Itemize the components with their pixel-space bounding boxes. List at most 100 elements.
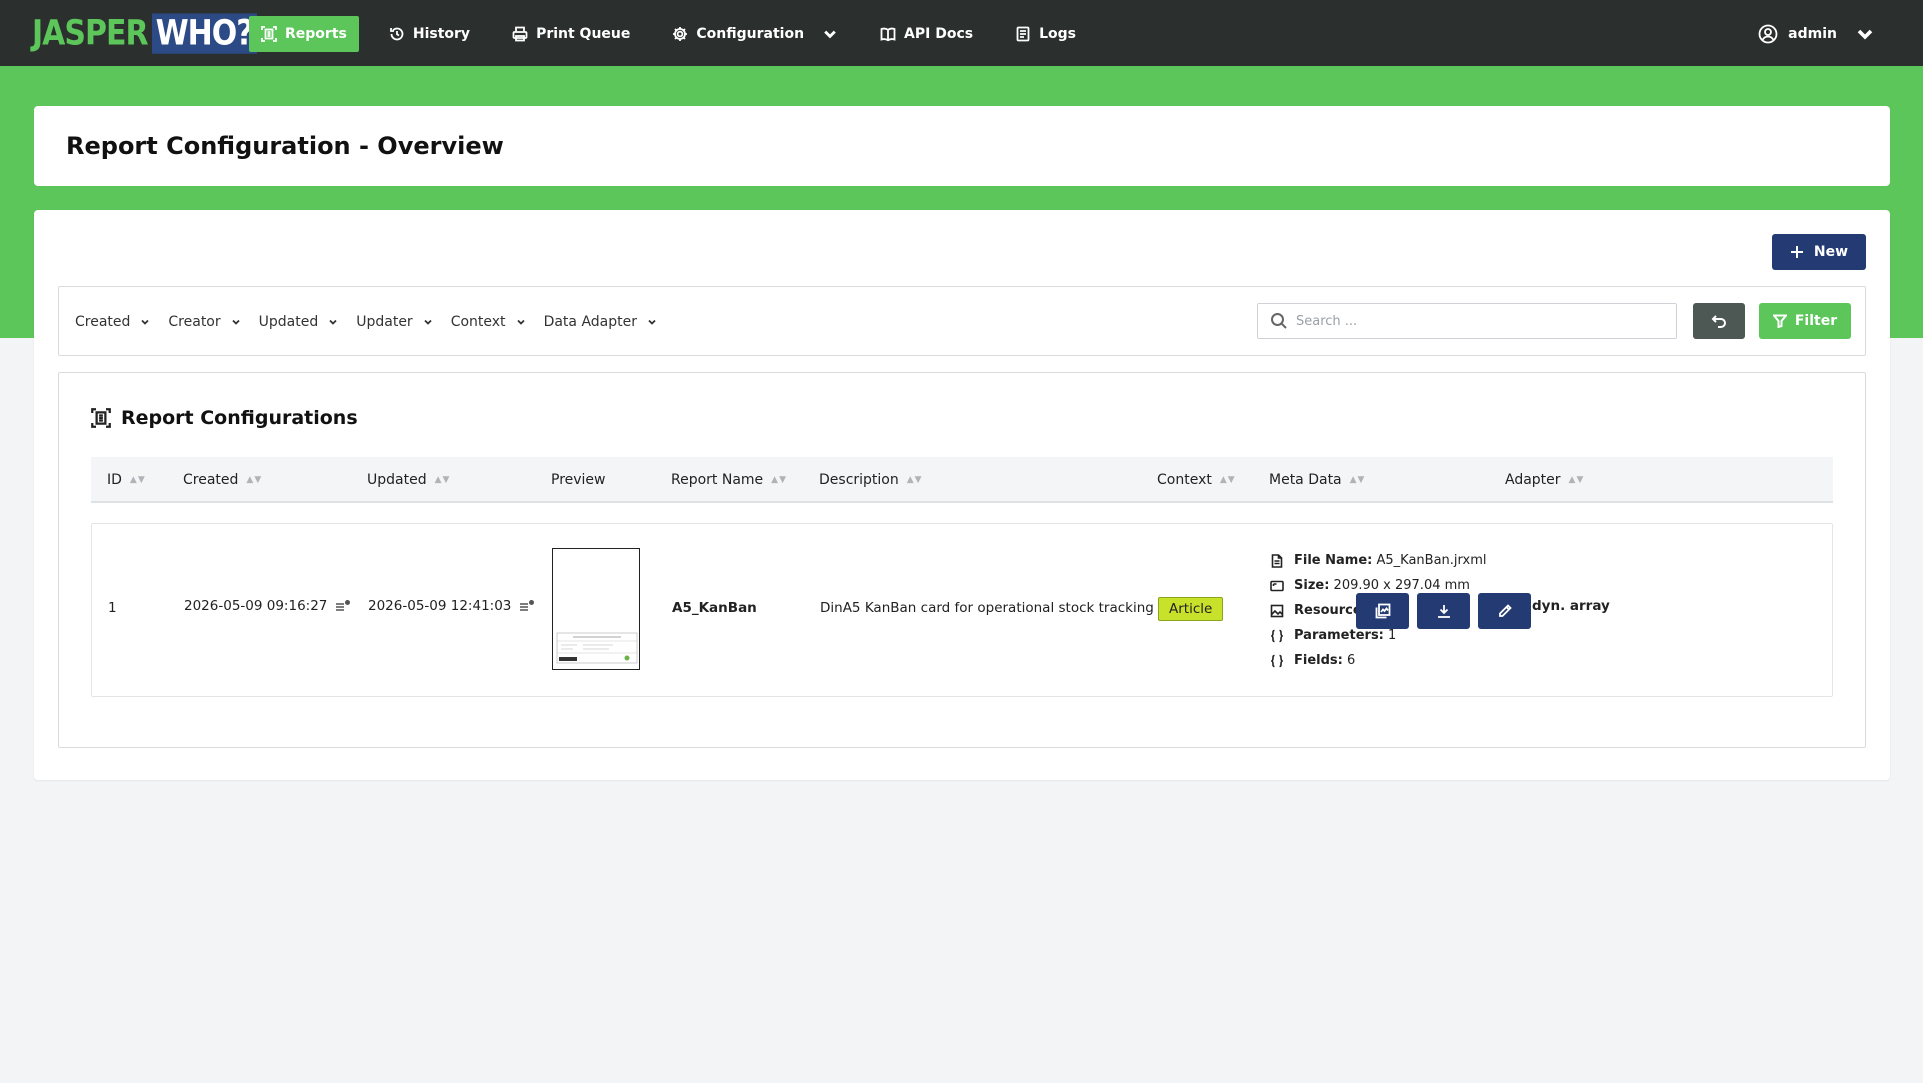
table-title-text: Report Configurations bbox=[121, 407, 358, 429]
edit-button[interactable] bbox=[1478, 593, 1531, 629]
column-header-description[interactable]: Description ▲▼ bbox=[819, 457, 923, 503]
column-label: Context bbox=[1157, 472, 1212, 488]
braces-icon bbox=[1271, 629, 1283, 642]
meta-label: Fields: bbox=[1294, 653, 1343, 668]
brand-logo-part1: JASPER bbox=[32, 12, 149, 54]
cell-created: 2026-05-09 09:16:27 bbox=[184, 598, 351, 614]
filter-data-adapter[interactable]: Data Adapter bbox=[544, 314, 657, 330]
sort-icon: ▲▼ bbox=[434, 475, 451, 485]
page-size-icon bbox=[1270, 580, 1284, 591]
context-badge: Article bbox=[1158, 597, 1224, 621]
cell-description: DinA5 KanBan card for operational stock … bbox=[820, 600, 1154, 616]
history-icon bbox=[389, 27, 404, 41]
column-header-updated[interactable]: Updated ▲▼ bbox=[367, 457, 450, 503]
download-icon bbox=[1437, 605, 1450, 618]
download-button[interactable] bbox=[1417, 593, 1470, 629]
filter-updater[interactable]: Updater bbox=[356, 314, 432, 330]
main-nav: Reports History Print Queue Configuratio… bbox=[249, 16, 1106, 52]
updater-info-icon[interactable] bbox=[519, 599, 535, 613]
column-label: Report Name bbox=[671, 472, 764, 488]
sort-icon: ▲▼ bbox=[906, 475, 923, 485]
column-label: Updated bbox=[367, 472, 427, 488]
filter-button[interactable]: Filter bbox=[1759, 303, 1851, 339]
report-configurations-table: Report Configurations ID ▲▼ Created ▲▼ Upd… bbox=[58, 372, 1866, 748]
column-header-adapter[interactable]: Adapter ▲▼ bbox=[1505, 457, 1584, 503]
reset-filter-button[interactable] bbox=[1693, 303, 1745, 339]
creator-info-icon[interactable] bbox=[335, 599, 351, 613]
column-header-report-name[interactable]: Report Name ▲▼ bbox=[671, 457, 787, 503]
nav-item-configuration[interactable]: Configuration bbox=[660, 16, 850, 52]
meta-value: A5_KanBan.jrxml bbox=[1376, 553, 1487, 568]
sort-icon: ▲▼ bbox=[129, 475, 146, 485]
image-icon bbox=[1270, 604, 1284, 617]
book-icon bbox=[880, 27, 896, 42]
filter-label: Created bbox=[75, 314, 131, 330]
preview-icon bbox=[1375, 603, 1390, 619]
nav-item-api-docs[interactable]: API Docs bbox=[868, 16, 985, 52]
pencil-icon bbox=[1498, 604, 1512, 617]
column-header-meta-data[interactable]: Meta Data ▲▼ bbox=[1269, 457, 1365, 503]
column-header-context[interactable]: Context ▲▼ bbox=[1157, 457, 1236, 503]
filter-label: Data Adapter bbox=[543, 314, 637, 330]
column-label: Created bbox=[183, 472, 239, 488]
filter-context[interactable]: Context bbox=[451, 314, 526, 330]
top-navbar: JASPER WHO? Reports History Print Queue … bbox=[0, 0, 1923, 66]
filter-label: Updated bbox=[258, 314, 319, 330]
chevron-down-icon bbox=[329, 319, 337, 325]
cell-report-name[interactable]: A5_KanBan bbox=[672, 600, 757, 616]
created-value: 2026-05-09 09:16:27 bbox=[184, 598, 328, 614]
chevron-down-icon bbox=[648, 319, 656, 325]
column-header-id[interactable]: ID ▲▼ bbox=[107, 457, 146, 503]
sort-icon: ▲▼ bbox=[1219, 475, 1236, 485]
chevron-down-icon bbox=[141, 319, 150, 325]
column-label: ID bbox=[107, 472, 122, 488]
chevron-down-icon bbox=[232, 319, 240, 325]
nav-item-history[interactable]: History bbox=[377, 16, 482, 52]
nav-item-print-queue[interactable]: Print Queue bbox=[500, 16, 642, 52]
user-name: admin bbox=[1788, 26, 1837, 42]
nav-item-logs[interactable]: Logs bbox=[1003, 16, 1088, 52]
search-input[interactable] bbox=[1296, 313, 1656, 329]
filter-creator[interactable]: Creator bbox=[168, 314, 240, 330]
table-title: Report Configurations bbox=[91, 407, 358, 429]
sort-icon: ▲▼ bbox=[1349, 475, 1366, 485]
filter-button-label: Filter bbox=[1794, 313, 1838, 329]
page-title-card: Report Configuration - Overview bbox=[34, 106, 1890, 186]
filter-label: Updater bbox=[356, 314, 413, 330]
column-header-preview: Preview bbox=[551, 457, 606, 503]
printer-icon bbox=[512, 26, 528, 42]
new-button-label: New bbox=[1813, 244, 1849, 260]
nav-item-reports[interactable]: Reports bbox=[249, 16, 359, 52]
filter-updated[interactable]: Updated bbox=[259, 314, 339, 330]
undo-icon bbox=[1711, 315, 1726, 328]
file-icon bbox=[1271, 553, 1283, 568]
cell-context: Article bbox=[1158, 597, 1224, 621]
new-button[interactable]: New bbox=[1772, 234, 1866, 270]
page-title: Report Configuration - Overview bbox=[66, 132, 504, 160]
row-actions bbox=[1356, 593, 1531, 629]
braces-icon bbox=[1271, 654, 1283, 667]
meta-file-name: File Name: A5_KanBan.jrxml bbox=[1270, 548, 1487, 573]
chevron-down-icon bbox=[516, 319, 525, 325]
funnel-icon bbox=[1772, 314, 1787, 328]
report-preview-thumbnail[interactable] bbox=[552, 548, 640, 670]
filter-bar: Created Creator Updated Updater Context … bbox=[58, 286, 1866, 356]
user-circle-icon bbox=[1758, 24, 1778, 44]
updated-value: 2026-05-09 12:41:03 bbox=[368, 598, 512, 614]
search-icon bbox=[1271, 313, 1287, 329]
column-label: Preview bbox=[551, 472, 606, 488]
cell-id: 1 bbox=[108, 600, 117, 616]
filter-dropdowns: Created Creator Updated Updater Context … bbox=[75, 287, 675, 357]
search-box bbox=[1257, 303, 1677, 339]
table-header: ID ▲▼ Created ▲▼ Updated ▲▼ Preview Report … bbox=[91, 457, 1833, 503]
brand-logo[interactable]: JASPER WHO? bbox=[32, 9, 257, 57]
nav-item-label: Logs bbox=[1039, 26, 1077, 42]
table-row[interactable]: 1 2026-05-09 09:16:27 2026-05-09 12:41:0… bbox=[91, 523, 1833, 697]
user-menu[interactable]: admin bbox=[1758, 16, 1875, 52]
report-preview-image bbox=[556, 632, 638, 664]
column-header-created[interactable]: Created ▲▼ bbox=[183, 457, 262, 503]
preview-report-button[interactable] bbox=[1356, 593, 1409, 629]
filter-created[interactable]: Created bbox=[75, 314, 150, 330]
chevron-down-icon bbox=[824, 30, 836, 39]
meta-label: File Name: bbox=[1294, 553, 1373, 568]
